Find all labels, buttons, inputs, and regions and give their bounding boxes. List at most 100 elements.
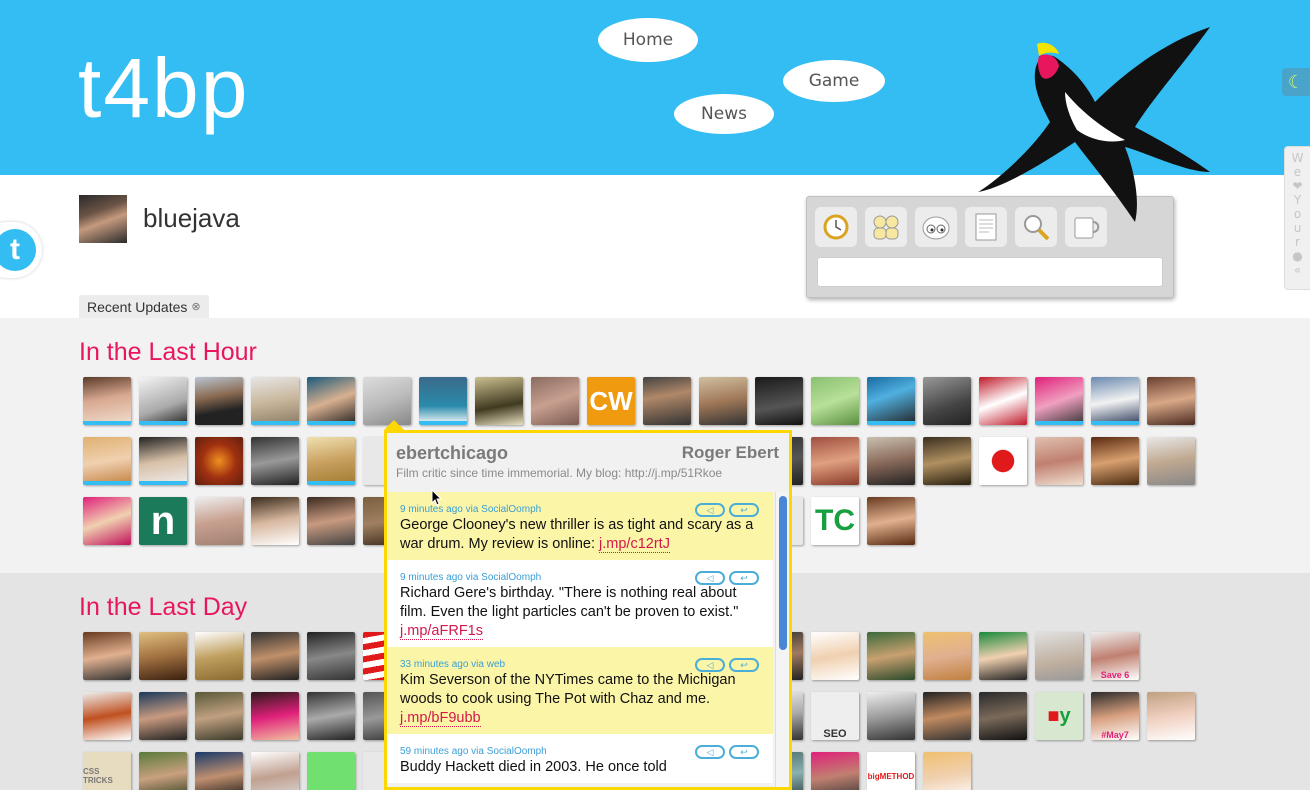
avatar[interactable]	[195, 497, 243, 545]
nav-home-cloud[interactable]: Home	[598, 10, 698, 62]
avatar[interactable]	[643, 377, 691, 425]
avatar[interactable]	[811, 632, 859, 680]
avatar[interactable]	[867, 497, 915, 545]
twitter-tab[interactable]: t	[0, 222, 42, 278]
avatar[interactable]	[307, 437, 355, 485]
avatar[interactable]	[1147, 632, 1195, 680]
avatar[interactable]	[139, 632, 187, 680]
reply-icon[interactable]: ↩	[729, 658, 759, 672]
site-logo[interactable]: t4bp	[78, 40, 250, 137]
avatar[interactable]	[83, 437, 131, 485]
avatar[interactable]: TC	[811, 497, 859, 545]
avatar[interactable]	[1035, 437, 1083, 485]
tweet-link[interactable]: j.mp/c12rtJ	[599, 536, 670, 553]
avatar[interactable]: bigMETHOD	[867, 752, 915, 790]
avatar[interactable]	[923, 692, 971, 740]
megaphone-icon[interactable]: ◁	[695, 745, 725, 759]
avatar[interactable]	[307, 632, 355, 680]
megaphone-icon[interactable]: ◁	[695, 503, 725, 517]
avatar[interactable]	[195, 437, 243, 485]
avatar[interactable]	[811, 377, 859, 425]
avatar[interactable]	[531, 377, 579, 425]
reply-icon[interactable]: ↩	[729, 571, 759, 585]
reply-icon[interactable]: ↩	[729, 503, 759, 517]
avatar[interactable]	[251, 752, 299, 790]
tweet-link[interactable]: j.mp/aFRF1s	[400, 623, 483, 640]
popup-screen-name[interactable]: ebertchicago	[396, 443, 508, 464]
avatar[interactable]	[251, 377, 299, 425]
avatar[interactable]	[139, 437, 187, 485]
avatar[interactable]	[1147, 692, 1195, 740]
avatar[interactable]	[923, 632, 971, 680]
avatar[interactable]	[307, 752, 355, 790]
avatar[interactable]	[923, 437, 971, 485]
avatar[interactable]	[83, 692, 131, 740]
avatar[interactable]	[307, 497, 355, 545]
tweet-link[interactable]: j.mp/bF9ubb	[400, 710, 481, 727]
nav-news-cloud[interactable]: News	[674, 86, 774, 134]
avatar[interactable]	[979, 377, 1027, 425]
avatar[interactable]	[755, 377, 803, 425]
collapse-icon[interactable]: «	[1294, 263, 1301, 277]
avatar[interactable]	[475, 377, 523, 425]
avatar[interactable]	[811, 752, 859, 790]
avatar[interactable]	[307, 377, 355, 425]
avatar[interactable]	[979, 437, 1027, 485]
avatar[interactable]	[251, 692, 299, 740]
moon-widget-icon[interactable]: ☾	[1282, 68, 1310, 96]
nav-game-cloud[interactable]: Game	[783, 52, 885, 102]
avatar[interactable]	[195, 692, 243, 740]
avatar[interactable]	[139, 692, 187, 740]
avatar[interactable]	[363, 377, 411, 425]
friends-icon[interactable]	[865, 207, 907, 247]
avatar[interactable]	[1035, 377, 1083, 425]
avatar[interactable]	[1035, 632, 1083, 680]
megaphone-icon[interactable]: ◁	[695, 658, 725, 672]
avatar[interactable]	[923, 752, 971, 790]
avatar[interactable]	[195, 632, 243, 680]
tweet-scrollbar[interactable]	[775, 492, 789, 787]
scrollbar-thumb[interactable]	[779, 496, 787, 650]
avatar[interactable]	[1091, 437, 1139, 485]
avatar[interactable]	[307, 692, 355, 740]
avatar[interactable]: ■ y	[1035, 692, 1083, 740]
reply-icon[interactable]: ↩	[729, 745, 759, 759]
avatar[interactable]	[979, 632, 1027, 680]
avatar[interactable]	[139, 752, 187, 790]
avatar[interactable]	[811, 437, 859, 485]
tweet-list[interactable]: 9 minutes ago via SocialOomph George Clo…	[387, 492, 773, 787]
avatar[interactable]	[83, 632, 131, 680]
avatar[interactable]	[1147, 377, 1195, 425]
megaphone-icon[interactable]: ◁	[695, 571, 725, 585]
avatar[interactable]: #May7	[1091, 692, 1139, 740]
avatar[interactable]	[251, 437, 299, 485]
tab-recent-updates[interactable]: Recent Updates ⊗	[79, 295, 209, 318]
avatar[interactable]	[923, 377, 971, 425]
avatar[interactable]: SEO	[811, 692, 859, 740]
avatar[interactable]	[867, 692, 915, 740]
avatar[interactable]	[251, 632, 299, 680]
avatar[interactable]	[867, 437, 915, 485]
avatar[interactable]	[699, 377, 747, 425]
avatar[interactable]	[195, 752, 243, 790]
feedback-strip[interactable]: W e ❤ Y o u r ● «	[1284, 146, 1310, 290]
avatar[interactable]	[419, 377, 467, 425]
avatar[interactable]: Save 6	[1091, 632, 1139, 680]
avatar[interactable]: n	[139, 497, 187, 545]
eyes-icon[interactable]	[915, 207, 957, 247]
avatar[interactable]: CSS TRICKS	[83, 752, 131, 790]
avatar[interactable]	[251, 497, 299, 545]
avatar[interactable]: CW	[587, 377, 635, 425]
user-avatar[interactable]	[79, 195, 127, 243]
avatar[interactable]	[867, 632, 915, 680]
avatar[interactable]	[83, 377, 131, 425]
avatar[interactable]	[867, 377, 915, 425]
avatar[interactable]	[1147, 437, 1195, 485]
close-icon[interactable]: ⊗	[191, 300, 200, 313]
avatar[interactable]	[83, 497, 131, 545]
avatar[interactable]	[195, 377, 243, 425]
avatar[interactable]	[979, 692, 1027, 740]
watch-icon[interactable]	[815, 207, 857, 247]
status-input[interactable]	[817, 257, 1163, 287]
avatar[interactable]	[139, 377, 187, 425]
